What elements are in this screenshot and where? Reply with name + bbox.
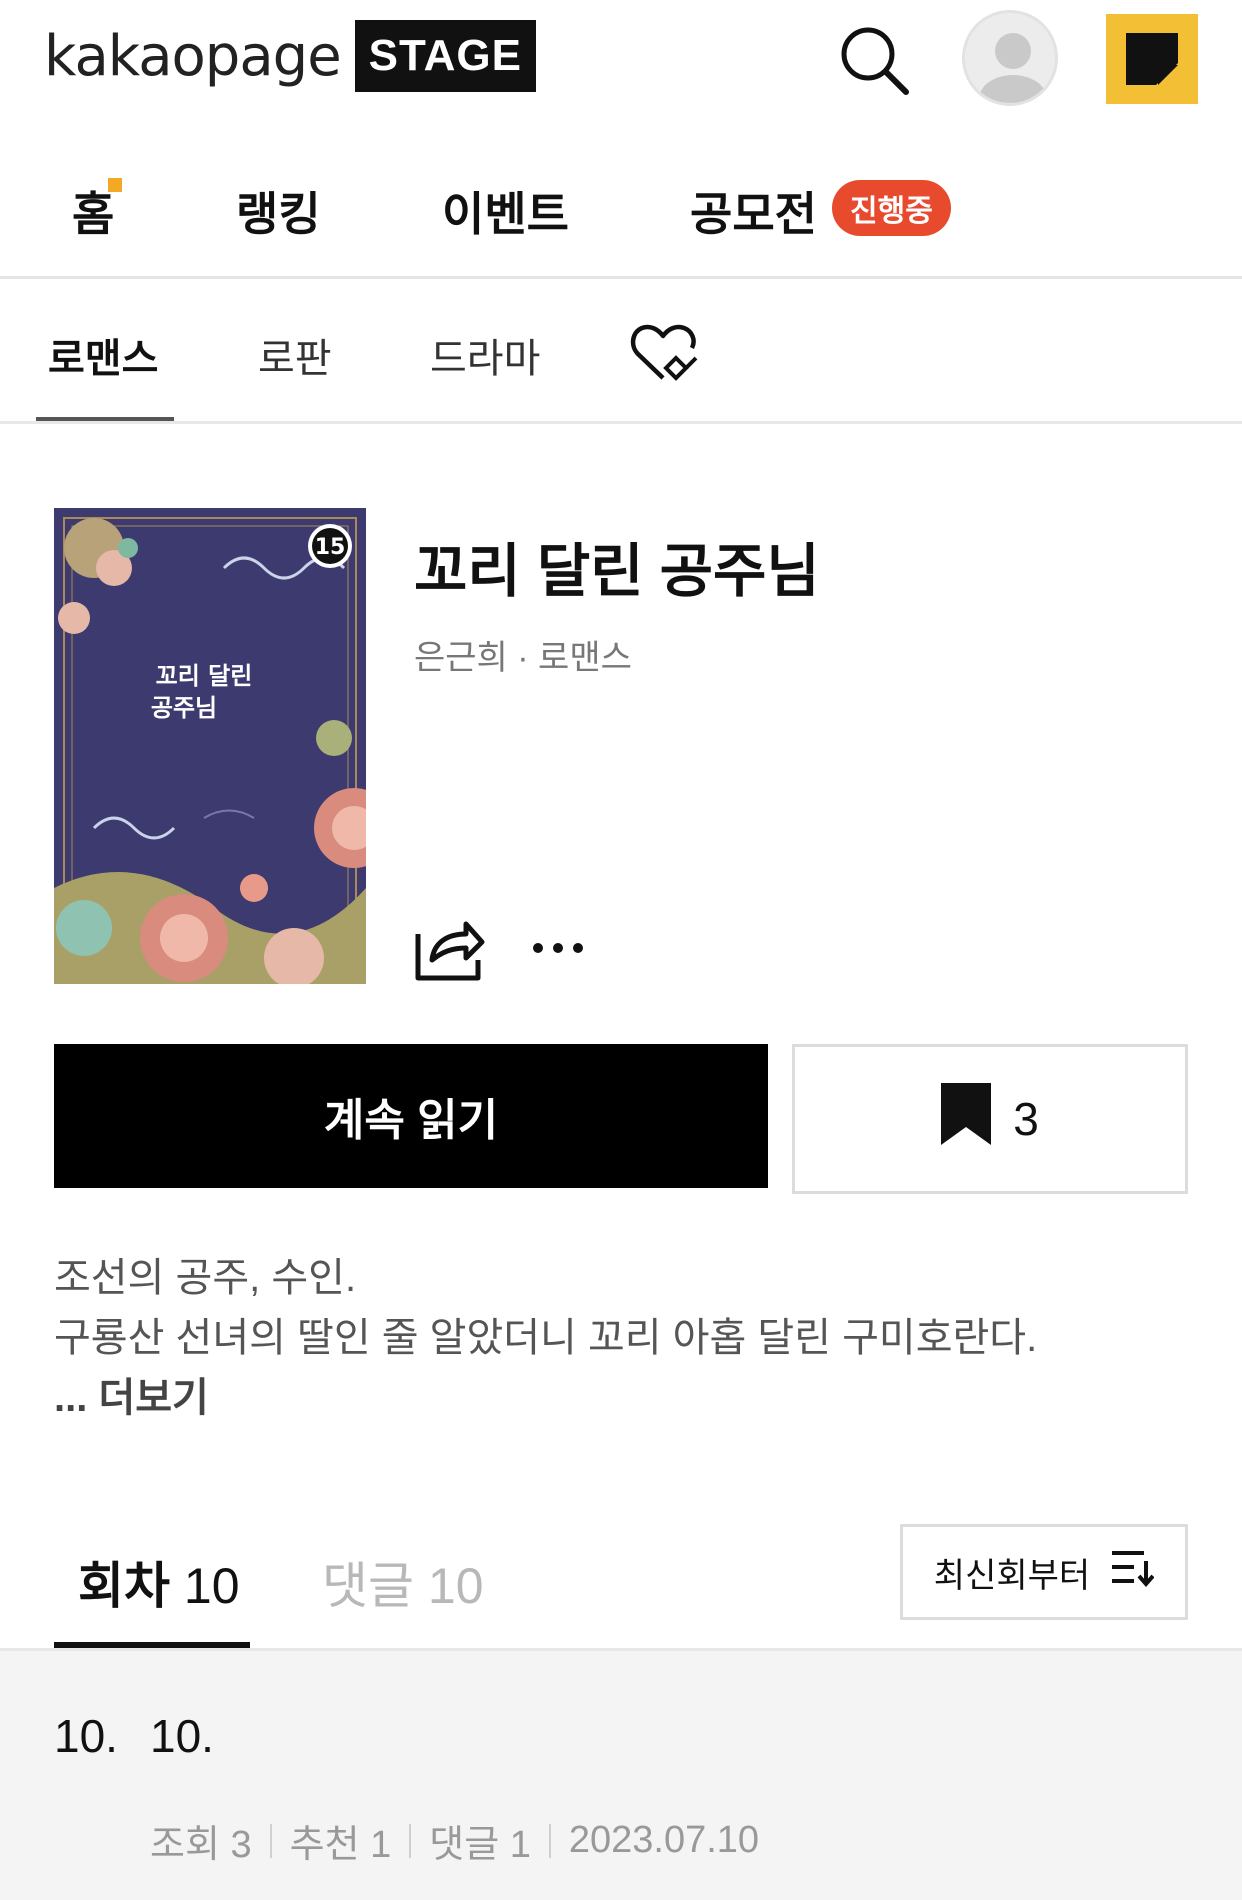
cover-title-line1: 꼬리 달린 bbox=[156, 662, 253, 690]
description-more[interactable]: ... 더보기 bbox=[54, 1368, 1037, 1428]
main-nav: 홈 랭킹 이벤트 공모전 진행중 bbox=[0, 150, 1242, 276]
sort-button[interactable]: 최신회부터 bbox=[900, 1524, 1188, 1620]
sort-icon bbox=[1110, 1549, 1155, 1596]
tab-episodes-label: 회차 bbox=[78, 1558, 170, 1614]
continue-reading-button[interactable]: 계속 읽기 bbox=[54, 1044, 768, 1188]
nav-home-label: 홈 bbox=[72, 188, 115, 240]
episode-recommends: 추천 1 bbox=[289, 1824, 392, 1866]
episode-title: 10. bbox=[150, 1710, 214, 1762]
nav-item-ranking[interactable]: 랭킹 bbox=[236, 178, 321, 244]
tab-episodes[interactable]: 회차 10 bbox=[78, 1546, 240, 1618]
bookmark-icon bbox=[941, 1082, 992, 1156]
more-ellipsis: ... bbox=[54, 1376, 99, 1420]
episode-row[interactable]: 10. 10. 조회 3 추천 1 댓글 1 2023.07.10 bbox=[0, 1651, 1242, 1900]
contest-status-badge: 진행중 bbox=[832, 180, 951, 236]
description-line: 조선의 공주, 수인. bbox=[54, 1256, 357, 1300]
tab-episodes-count: 10 bbox=[183, 1558, 240, 1614]
bookmark-count: 3 bbox=[1013, 1093, 1039, 1145]
more-options-icon[interactable] bbox=[530, 930, 586, 966]
search-icon[interactable] bbox=[836, 22, 912, 98]
episode-views: 조회 3 bbox=[150, 1824, 252, 1866]
share-icon[interactable] bbox=[414, 914, 486, 982]
meta-separator bbox=[548, 1823, 551, 1858]
description-line: 구룡산 선녀의 딸인 줄 알았더니 꼬리 아홉 달린 구미호란다. bbox=[54, 1316, 1038, 1360]
work-description: 조선의 공주, 수인. 구룡산 선녀의 딸인 줄 알았더니 꼬리 아홉 달린 구… bbox=[54, 1248, 1037, 1428]
episode-meta: 조회 3 추천 1 댓글 1 2023.07.10 bbox=[150, 1813, 759, 1868]
work-title: 꼬리 달린 공주님 bbox=[414, 539, 820, 604]
tab-comments-label: 댓글 bbox=[322, 1558, 414, 1614]
divider bbox=[0, 276, 1242, 279]
divider bbox=[0, 421, 1242, 424]
avatar[interactable] bbox=[962, 10, 1058, 106]
nav-item-event[interactable]: 이벤트 bbox=[442, 178, 569, 244]
cover-title-line2: 공주님 bbox=[151, 694, 217, 722]
nav-contest-label: 공모전 bbox=[690, 188, 817, 240]
nav-ranking-label: 랭킹 bbox=[236, 188, 321, 240]
nav-event-label: 이벤트 bbox=[442, 188, 569, 240]
episode-comments: 댓글 1 bbox=[429, 1824, 531, 1866]
logo-wordmark: kakaopage bbox=[44, 23, 342, 89]
more-link[interactable]: 더보기 bbox=[98, 1376, 208, 1420]
logo-stage-badge: STAGE bbox=[354, 20, 536, 92]
tab-comments-count: 10 bbox=[427, 1558, 484, 1614]
favorite-heart-icon[interactable] bbox=[630, 322, 700, 384]
tab-comments[interactable]: 댓글 10 bbox=[322, 1546, 484, 1618]
meta-separator bbox=[409, 1823, 412, 1858]
episode-date: 2023.07.10 bbox=[568, 1819, 760, 1861]
work-cover-image[interactable]: 15 꼬리 달린 공주님 bbox=[54, 508, 366, 984]
meta-separator bbox=[269, 1823, 272, 1858]
app-header: kakaopage STAGE bbox=[0, 0, 1242, 130]
work-author-genre: 은근희 · 로맨스 bbox=[414, 639, 632, 677]
genre-tab-drama[interactable]: 드라마 bbox=[430, 326, 540, 384]
nav-item-contest[interactable]: 공모전 bbox=[690, 178, 817, 244]
sort-label: 최신회부터 bbox=[933, 1556, 1091, 1595]
active-indicator-dot bbox=[108, 178, 122, 192]
episode-number: 10. bbox=[54, 1710, 118, 1762]
note-icon[interactable] bbox=[1106, 14, 1198, 104]
bookmark-button[interactable]: 3 bbox=[792, 1044, 1188, 1194]
continue-reading-label: 계속 읽기 bbox=[323, 1096, 499, 1145]
age-rating-badge: 15 bbox=[315, 535, 346, 560]
genre-tab-romance-fantasy[interactable]: 로판 bbox=[258, 326, 332, 384]
kakaopage-stage-logo[interactable]: kakaopage STAGE bbox=[44, 20, 536, 92]
genre-tab-romance[interactable]: 로맨스 bbox=[48, 326, 158, 384]
